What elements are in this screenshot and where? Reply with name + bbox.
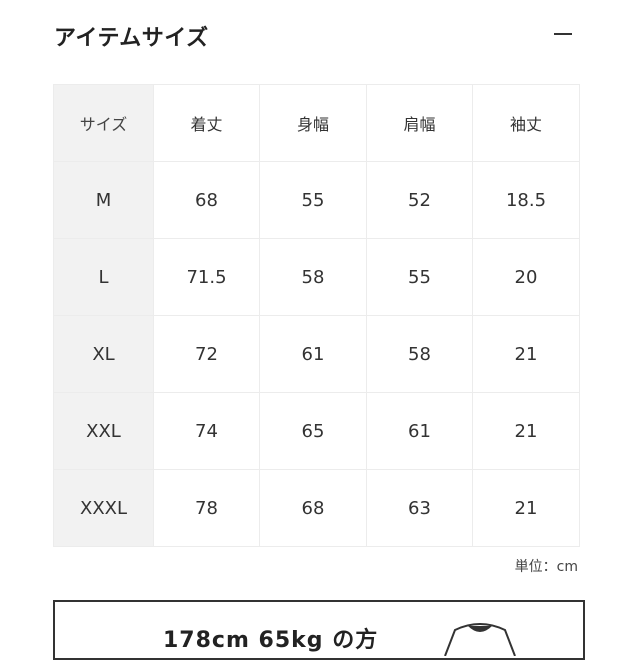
table-cell: 20 [472, 238, 580, 316]
row-size: XXXL [53, 469, 154, 547]
row-size: L [53, 238, 154, 316]
table-header-row: サイズ 着丈 身幅 肩幅 袖丈 [53, 84, 580, 162]
table-cell: 21 [472, 315, 580, 393]
table-cell: 68 [153, 161, 260, 239]
table-row: XXXL 78 68 63 21 [53, 469, 580, 547]
table-cell: 21 [472, 392, 580, 470]
table-cell: 55 [366, 238, 473, 316]
header-size: サイズ [53, 84, 154, 162]
header-sleeve: 袖丈 [472, 84, 580, 162]
model-info-box: 178cm 65kg の方 [53, 600, 585, 660]
table-cell: 55 [259, 161, 367, 239]
table-row: XL 72 61 58 21 [53, 315, 580, 393]
table-cell: 61 [259, 315, 367, 393]
table-row: L 71.5 58 55 20 [53, 238, 580, 316]
row-size: XL [53, 315, 154, 393]
header-length: 着丈 [153, 84, 260, 162]
row-size: M [53, 161, 154, 239]
unit-note: 単位：cm [514, 559, 578, 575]
table-cell: 65 [259, 392, 367, 470]
collapse-button[interactable] [548, 22, 578, 46]
table-row: XXL 74 65 61 21 [53, 392, 580, 470]
section-header: アイテムサイズ [0, 0, 640, 70]
table-cell: 72 [153, 315, 260, 393]
table-cell: 61 [366, 392, 473, 470]
table-cell: 68 [259, 469, 367, 547]
section-title: アイテムサイズ [54, 26, 209, 51]
row-size: XXL [53, 392, 154, 470]
table-cell: 21 [472, 469, 580, 547]
table-cell: 74 [153, 392, 260, 470]
table-row: M 68 55 52 18.5 [53, 161, 580, 239]
minus-icon [554, 33, 572, 35]
header-width: 身幅 [259, 84, 367, 162]
table-cell: 63 [366, 469, 473, 547]
table-cell: 71.5 [153, 238, 260, 316]
header-shoulder: 肩幅 [366, 84, 473, 162]
table-cell: 18.5 [472, 161, 580, 239]
table-cell: 58 [366, 315, 473, 393]
table-cell: 58 [259, 238, 367, 316]
model-info-text: 178cm 65kg の方 [163, 628, 379, 653]
table-cell: 78 [153, 469, 260, 547]
size-table: サイズ 着丈 身幅 肩幅 袖丈 M 68 55 52 18.5 L 71.5 5… [53, 84, 580, 547]
tshirt-icon [444, 623, 516, 656]
table-cell: 52 [366, 161, 473, 239]
